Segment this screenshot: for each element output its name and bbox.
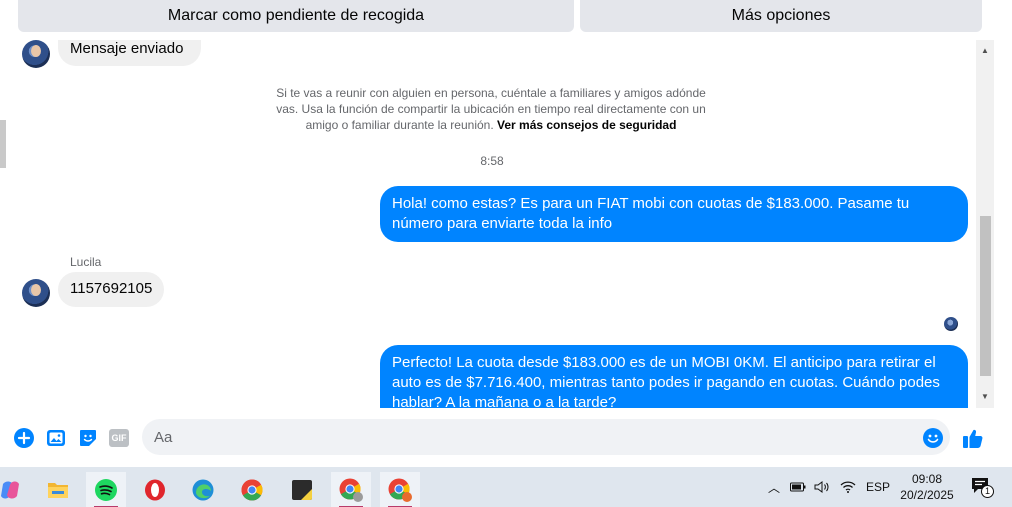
- chat-thread[interactable]: Mensaje enviado Si te vas a reunir con a…: [8, 40, 976, 408]
- messenger-window: Marcar como pendiente de recogida Más op…: [0, 0, 1012, 507]
- windows-taskbar: ︿ ESP 09:08 20/2/2025 1: [0, 467, 1012, 507]
- left-edge-scrollbar: [0, 120, 6, 168]
- chevron-up-icon[interactable]: ︿: [766, 479, 782, 496]
- more-options-button[interactable]: Más opciones: [580, 0, 982, 32]
- clock-time: 09:08: [911, 472, 943, 486]
- gif-icon[interactable]: GIF: [108, 427, 130, 449]
- language-indicator[interactable]: ESP: [866, 480, 890, 494]
- like-icon[interactable]: [962, 427, 984, 449]
- chrome-profile-icon[interactable]: [331, 472, 371, 507]
- contact-avatar[interactable]: [22, 40, 50, 68]
- message-composer: GIF Aa: [0, 410, 1012, 466]
- message-input-placeholder: Aa: [154, 429, 173, 446]
- notification-icon[interactable]: 1: [970, 477, 994, 499]
- file-explorer-icon[interactable]: [38, 472, 78, 507]
- photo-icon[interactable]: [45, 427, 67, 449]
- safety-tips-link[interactable]: Ver más consejos de seguridad: [497, 118, 676, 132]
- plus-icon[interactable]: [13, 427, 35, 449]
- clock[interactable]: 09:08 20/2/2025: [895, 471, 959, 503]
- opera-icon[interactable]: [135, 472, 175, 507]
- incoming-message[interactable]: 1157692105: [58, 272, 165, 307]
- read-receipt-avatar: [944, 317, 958, 331]
- notification-count: 1: [981, 485, 994, 498]
- scroll-down-arrow[interactable]: ▼: [980, 392, 990, 401]
- system-tray: ︿ ESP: [766, 467, 890, 507]
- chrome-profile-icon[interactable]: [380, 472, 420, 507]
- outgoing-message[interactable]: Perfecto! La cuota desde $183.000 es de …: [380, 345, 968, 408]
- message-timestamp: 8:58: [480, 154, 504, 168]
- message-input[interactable]: Aa: [142, 419, 950, 455]
- contact-avatar[interactable]: [22, 279, 50, 307]
- partial-message-bubble[interactable]: Mensaje enviado: [58, 40, 201, 66]
- volume-icon[interactable]: [814, 480, 830, 494]
- message-text: Perfecto! La cuota desde $183.000 es de …: [392, 354, 940, 408]
- edge-icon[interactable]: [183, 472, 223, 507]
- outgoing-message[interactable]: Hola! como estas? Es para un FIAT mobi c…: [380, 186, 968, 242]
- message-text: Hola! como estas? Es para un FIAT mobi c…: [392, 195, 910, 232]
- chat-scrollbar[interactable]: ▲ ▼: [976, 40, 994, 408]
- partial-message-text: Mensaje enviado: [70, 40, 184, 57]
- copilot-icon[interactable]: [0, 472, 30, 507]
- wifi-icon[interactable]: [840, 480, 856, 494]
- scroll-up-arrow[interactable]: ▲: [980, 46, 990, 55]
- sticker-icon[interactable]: [77, 427, 99, 449]
- gif-label: GIF: [109, 429, 129, 447]
- emoji-icon[interactable]: [922, 427, 944, 449]
- scrollbar-thumb[interactable]: [980, 216, 991, 376]
- chrome-icon[interactable]: [232, 472, 272, 507]
- clock-date: 20/2/2025: [900, 488, 954, 502]
- sender-name: Lucila: [70, 255, 102, 269]
- spotify-icon[interactable]: [86, 472, 126, 507]
- sticky-notes-icon[interactable]: [282, 472, 322, 507]
- battery-icon[interactable]: [790, 481, 806, 493]
- safety-notice: Si te vas a reunir con alguien en person…: [265, 85, 717, 133]
- action-bar: Marcar como pendiente de recogida Más op…: [0, 0, 1012, 40]
- mark-pending-button[interactable]: Marcar como pendiente de recogida: [18, 0, 574, 32]
- message-text: 1157692105: [70, 280, 153, 297]
